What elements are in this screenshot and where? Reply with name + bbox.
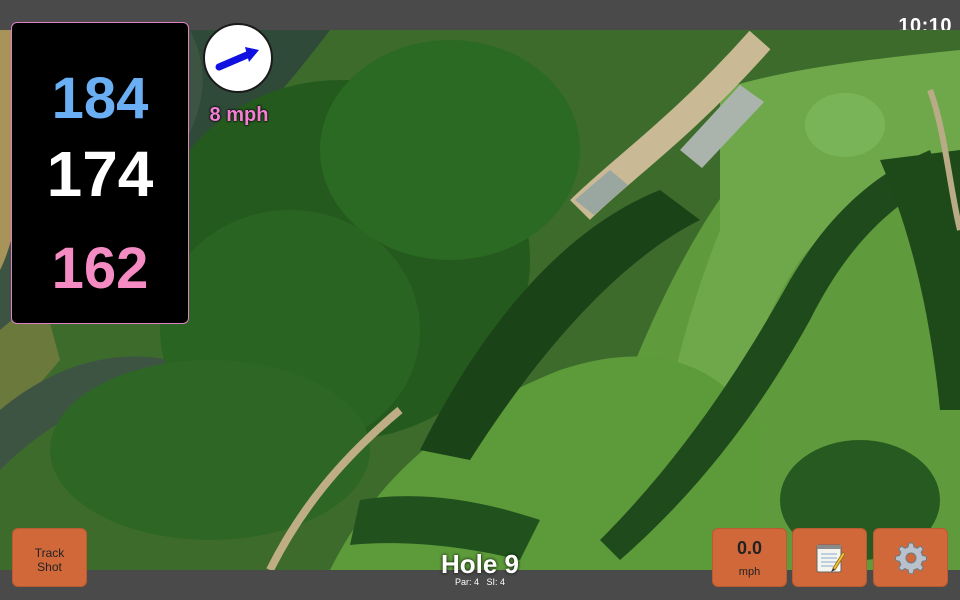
speed-button[interactable]: 0.0 mph xyxy=(712,528,787,587)
speed-value: 0.0 xyxy=(736,538,763,558)
middle-distance: 174 xyxy=(46,138,154,210)
distance-panel: 184 174 162 xyxy=(11,22,189,324)
hole-stroke-index: SI: 4 xyxy=(486,577,506,587)
track-shot-label-line1: Track xyxy=(34,546,65,560)
hole-info: Par: 4 SI: 4 xyxy=(380,577,580,587)
wind-arrow-icon xyxy=(215,47,259,71)
track-shot-label-line2: Shot xyxy=(37,560,62,574)
back-distance: 184 xyxy=(51,66,149,131)
track-shot-button[interactable]: Track Shot xyxy=(12,528,87,587)
notes-button[interactable] xyxy=(792,528,867,587)
gear-icon xyxy=(894,542,927,574)
settings-button[interactable] xyxy=(873,528,948,587)
front-distance: 162 xyxy=(51,236,149,301)
hole-title: Hole 9 xyxy=(440,549,520,579)
wind-direction-dial xyxy=(203,23,273,93)
hole-par: Par: 4 xyxy=(454,577,479,587)
notepad-icon xyxy=(816,544,845,572)
wind-speed: 8 mph xyxy=(209,104,269,126)
speed-unit: mph xyxy=(738,566,761,578)
